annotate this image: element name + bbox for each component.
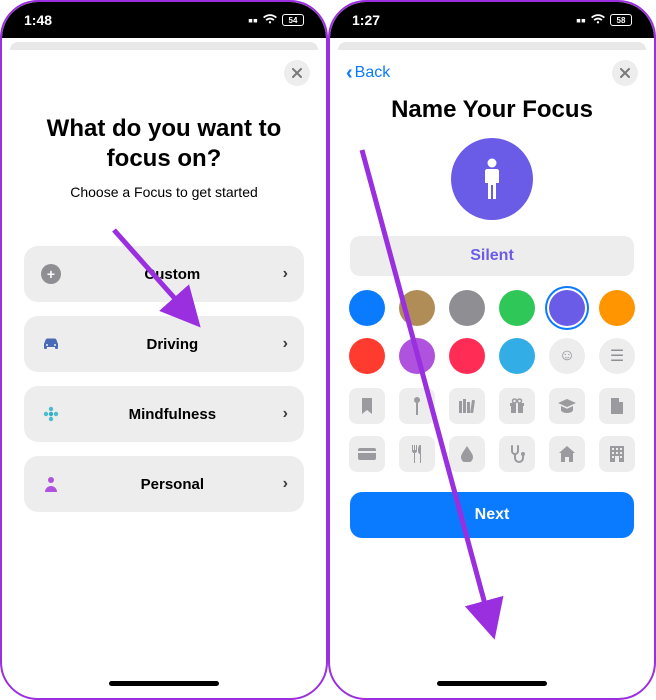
droplet-icon[interactable] — [449, 436, 485, 472]
wifi-icon — [590, 12, 606, 28]
status-time: 1:27 — [352, 12, 380, 28]
back-button[interactable]: ‹ Back — [346, 62, 390, 85]
focus-chooser-sheet: What do you want to focus on? Choose a F… — [4, 50, 324, 694]
chevron-right-icon: › — [283, 335, 288, 353]
page-title: What do you want to focus on? — [4, 90, 324, 184]
page-title: Name Your Focus — [332, 90, 652, 138]
signal-icon: ▪▪ — [576, 12, 586, 28]
color-swatch-cyan[interactable] — [499, 338, 535, 374]
battery-indicator: 54 — [282, 14, 304, 26]
status-time: 1:48 — [24, 12, 52, 28]
focus-row-driving[interactable]: Driving › — [24, 316, 304, 372]
graduation-icon[interactable] — [549, 388, 585, 424]
color-swatch-green[interactable] — [499, 290, 535, 326]
utensils-icon[interactable] — [399, 436, 435, 472]
flower-icon — [40, 405, 62, 423]
status-bar: 1:48 ▪▪ 54 — [2, 2, 326, 38]
sheet-handle — [10, 42, 318, 50]
color-swatch-purple[interactable] — [549, 290, 585, 326]
car-icon — [40, 337, 62, 351]
chevron-left-icon: ‹ — [346, 62, 353, 85]
focus-row-label: Driving — [62, 336, 283, 353]
focus-avatar[interactable] — [451, 138, 533, 220]
color-swatches: ☺ ☰ — [332, 290, 652, 388]
color-swatch-violet[interactable] — [399, 338, 435, 374]
icon-grid — [332, 388, 652, 486]
focus-name-input[interactable]: Silent — [350, 236, 634, 276]
home-icon[interactable] — [549, 436, 585, 472]
wifi-icon — [262, 12, 278, 28]
color-swatch-pink[interactable] — [449, 338, 485, 374]
focus-name-value: Silent — [470, 247, 514, 265]
focus-row-custom[interactable]: + Custom › — [24, 246, 304, 302]
name-focus-sheet: ‹ Back Name Your Focus Silent — [332, 50, 652, 694]
focus-list: + Custom › Driving › Mindfulness › — [4, 246, 324, 512]
close-button[interactable] — [284, 60, 310, 86]
person-icon — [40, 476, 62, 492]
close-button[interactable] — [612, 60, 638, 86]
stethoscope-icon[interactable] — [499, 436, 535, 472]
credit-card-icon[interactable] — [349, 436, 385, 472]
phone-left: 1:48 ▪▪ 54 What do you want to focus on?… — [0, 0, 328, 700]
books-icon[interactable] — [449, 388, 485, 424]
chevron-right-icon: › — [283, 265, 288, 283]
chevron-right-icon: › — [283, 405, 288, 423]
focus-row-mindfulness[interactable]: Mindfulness › — [24, 386, 304, 442]
bookmark-icon[interactable] — [349, 388, 385, 424]
status-indicators: ▪▪ 54 — [248, 12, 304, 28]
color-swatch-blue[interactable] — [349, 290, 385, 326]
gift-icon[interactable] — [499, 388, 535, 424]
phone-right: 1:27 ▪▪ 58 ‹ Back Name Your Focus — [328, 0, 656, 700]
person-standing-icon — [475, 157, 509, 201]
status-bar: 1:27 ▪▪ 58 — [330, 2, 654, 38]
color-swatch-orange[interactable] — [599, 290, 635, 326]
focus-row-personal[interactable]: Personal › — [24, 456, 304, 512]
next-button-label: Next — [475, 506, 510, 524]
focus-row-label: Custom — [62, 266, 283, 283]
building-icon[interactable] — [599, 436, 635, 472]
color-swatch-brown[interactable] — [399, 290, 435, 326]
next-button[interactable]: Next — [350, 492, 634, 538]
battery-indicator: 58 — [610, 14, 632, 26]
back-label: Back — [355, 64, 391, 82]
pin-icon[interactable] — [399, 388, 435, 424]
page-subtitle: Choose a Focus to get started — [4, 184, 324, 200]
sheet-handle — [338, 42, 646, 50]
focus-row-label: Personal — [62, 476, 283, 493]
color-swatch-red[interactable] — [349, 338, 385, 374]
focus-row-label: Mindfulness — [62, 406, 283, 423]
home-indicator — [437, 681, 547, 686]
chevron-right-icon: › — [283, 475, 288, 493]
home-indicator — [109, 681, 219, 686]
emoji-picker-button[interactable]: ☺ — [549, 338, 585, 374]
color-swatch-gray[interactable] — [449, 290, 485, 326]
more-options-button[interactable]: ☰ — [599, 338, 635, 374]
signal-icon: ▪▪ — [248, 12, 258, 28]
plus-icon: + — [40, 264, 62, 284]
document-icon[interactable] — [599, 388, 635, 424]
status-indicators: ▪▪ 58 — [576, 12, 632, 28]
